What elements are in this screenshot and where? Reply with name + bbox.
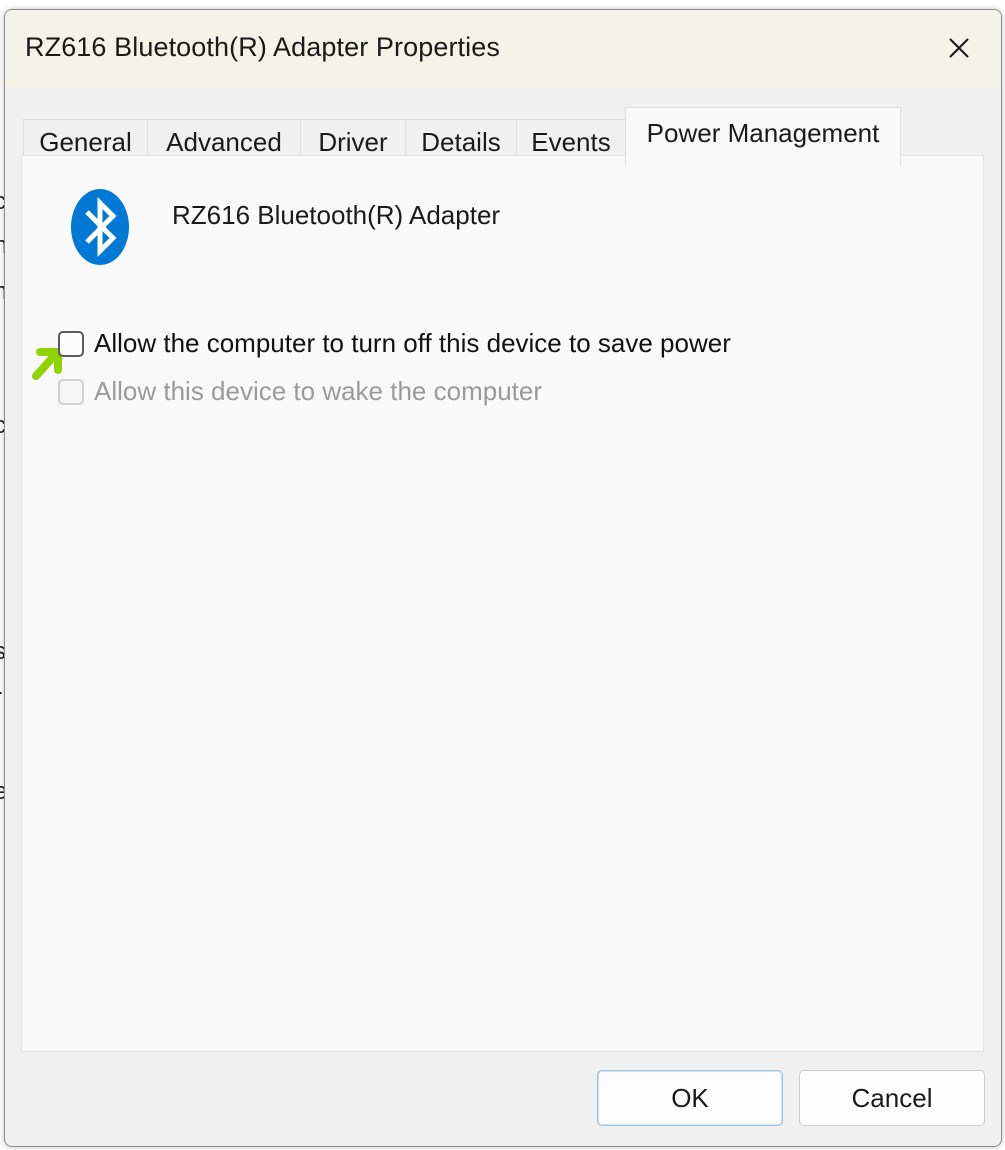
title-bar: RZ616 Bluetooth(R) Adapter Properties xyxy=(5,10,1001,87)
window-title: RZ616 Bluetooth(R) Adapter Properties xyxy=(25,32,500,62)
wake-computer-option: Allow this device to wake the computer xyxy=(58,376,542,407)
ok-button[interactable]: OK xyxy=(597,1070,783,1126)
device-name: RZ616 Bluetooth(R) Adapter xyxy=(172,200,501,230)
background-text-fragment: r xyxy=(0,684,2,712)
wake-computer-label: Allow this device to wake the computer xyxy=(94,376,542,406)
properties-dialog: RZ616 Bluetooth(R) Adapter Properties Ge… xyxy=(4,9,1002,1147)
bluetooth-icon xyxy=(71,189,129,265)
tab-label: Events xyxy=(531,127,611,157)
tab-label: Power Management xyxy=(646,118,880,148)
tab-power-management[interactable]: Power Management xyxy=(625,107,901,166)
tab-label: Driver xyxy=(318,127,388,157)
close-button[interactable] xyxy=(933,26,985,70)
tab-label: Details xyxy=(421,127,501,157)
turn-off-device-option: Allow the computer to turn off this devi… xyxy=(58,328,731,359)
turn-off-device-checkbox[interactable] xyxy=(58,330,84,357)
cancel-button[interactable]: Cancel xyxy=(799,1070,985,1126)
turn-off-device-label[interactable]: Allow the computer to turn off this devi… xyxy=(94,328,731,359)
power-management-panel: RZ616 Bluetooth(R) Adapter Allow the com… xyxy=(21,155,984,1052)
tab-label: General xyxy=(39,127,132,157)
wake-computer-checkbox xyxy=(58,378,84,405)
tab-label: Advanced xyxy=(166,127,282,157)
close-icon xyxy=(949,38,969,58)
